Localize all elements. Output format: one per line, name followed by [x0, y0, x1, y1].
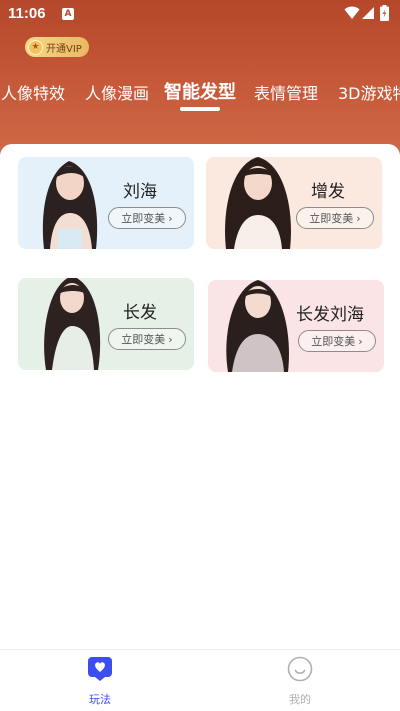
status-time: 11:06 [8, 5, 46, 22]
beautify-button[interactable]: 立即变美 › [108, 328, 186, 350]
tab-smart-hairstyle[interactable]: 智能发型 [164, 78, 236, 104]
battery-icon [380, 5, 389, 21]
nav-item-play[interactable]: 玩法 [70, 656, 130, 707]
beautify-button-label: 立即变美 [311, 335, 356, 348]
hairstyle-card-long[interactable]: 长发 立即变美 › [18, 278, 194, 370]
tab-portrait-comic[interactable]: 人像漫画 [85, 80, 149, 104]
portrait-photo [44, 278, 101, 370]
beautify-button-label: 立即变美 [121, 333, 166, 346]
beautify-button-label: 立即变美 [309, 212, 354, 225]
vip-label: 开通VIP [46, 43, 82, 55]
app-screen: 11:06 A ★ 开通VIP 人像特效 人像漫画 智能发型 表情管理 3D游戏… [0, 0, 400, 711]
beautify-button-label: 立即变美 [121, 212, 166, 225]
heart-chat-icon [88, 657, 112, 681]
notification-icon: A [62, 8, 74, 20]
card-title: 长发 [123, 303, 157, 323]
portrait-photo [225, 157, 291, 249]
nav-item-mine[interactable]: 我的 [270, 656, 330, 707]
chevron-right-icon: › [168, 211, 173, 225]
bottom-navigation: 玩法 我的 [0, 649, 400, 711]
status-bar: 11:06 A [0, 0, 400, 28]
tab-3d-game[interactable]: 3D游戏特 [338, 80, 400, 104]
beautify-button[interactable]: 立即变美 › [298, 330, 376, 352]
hairstyle-card-bangs[interactable]: 刘海 立即变美 › [18, 157, 194, 249]
nav-label-mine: 我的 [289, 693, 311, 706]
vip-button[interactable]: ★ 开通VIP [25, 37, 89, 57]
tab-expression[interactable]: 表情管理 [254, 80, 318, 104]
smile-face-icon [287, 656, 313, 682]
chevron-right-icon: › [356, 211, 361, 225]
card-title: 增发 [311, 182, 345, 202]
beautify-button[interactable]: 立即变美 › [296, 207, 374, 229]
signal-icon [362, 7, 374, 19]
wifi-icon [344, 6, 360, 19]
content-panel: 刘海 立即变美 › 增发 立即变美 › 长发 立即变美 › 长发刘海 立即变美 … [0, 144, 400, 649]
chevron-right-icon: › [358, 334, 363, 348]
portrait-photo [42, 161, 98, 249]
card-title: 刘海 [123, 182, 157, 202]
card-title: 长发刘海 [296, 305, 364, 325]
hairstyle-card-volume[interactable]: 增发 立即变美 › [206, 157, 382, 249]
portrait-photo [226, 280, 289, 372]
beautify-button[interactable]: 立即变美 › [108, 207, 186, 229]
hairstyle-card-long-bangs[interactable]: 长发刘海 立即变美 › [208, 280, 384, 372]
active-tab-indicator [180, 107, 220, 111]
tab-portrait-effects[interactable]: 人像特效 [1, 80, 65, 104]
nav-label-play: 玩法 [89, 693, 111, 706]
star-icon: ★ [28, 39, 43, 55]
chevron-right-icon: › [168, 332, 173, 346]
